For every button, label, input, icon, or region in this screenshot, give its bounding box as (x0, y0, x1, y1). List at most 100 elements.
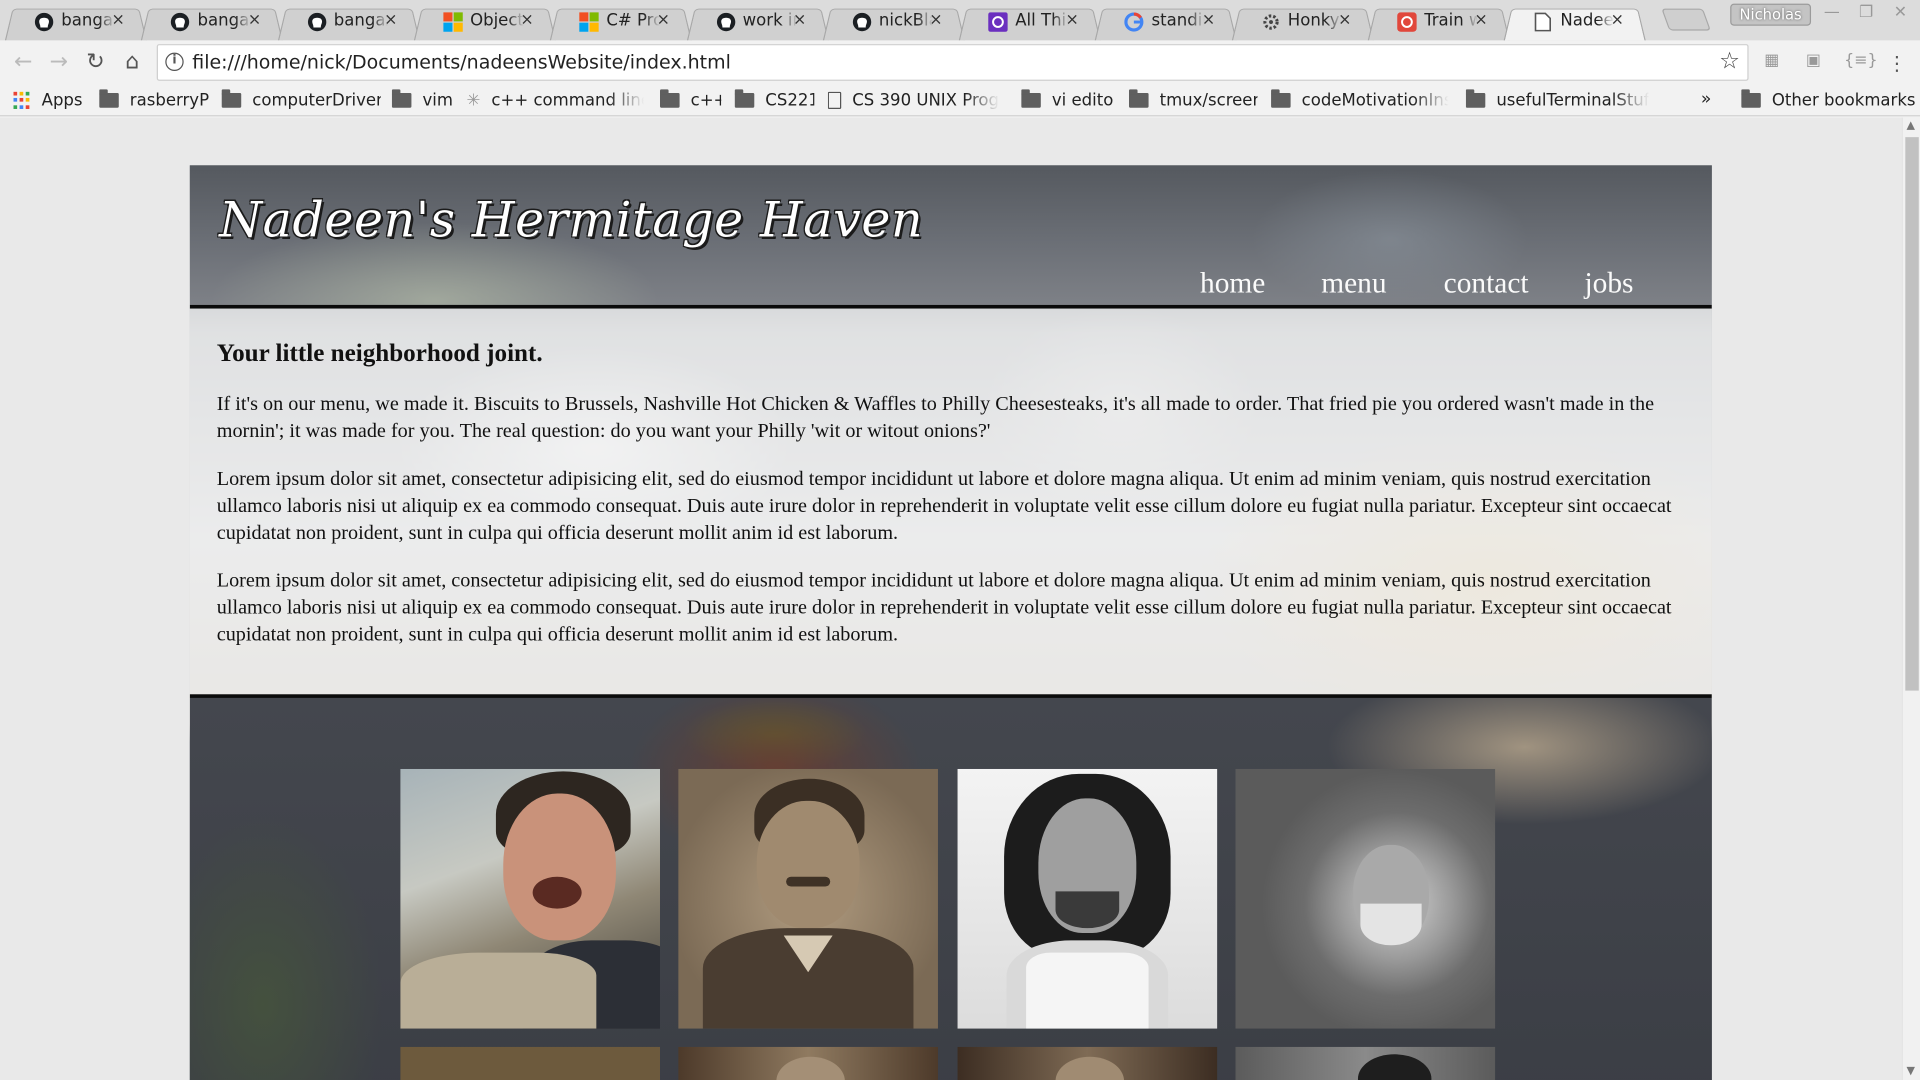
tab-close-icon[interactable]: × (793, 11, 806, 29)
tab-title: C# Prog (606, 11, 660, 31)
bookmark-item[interactable]: CS 390 UNIX Progra (827, 88, 999, 112)
folder-icon (1465, 89, 1486, 108)
browser-tab[interactable]: standin× (1095, 4, 1238, 41)
tab-close-icon[interactable]: × (929, 11, 942, 29)
folder-icon (1128, 89, 1149, 108)
tab-close-icon[interactable]: × (1338, 11, 1351, 29)
bookmark-label: CS 390 UNIX Progra (852, 90, 999, 111)
gallery-photo[interactable] (957, 1046, 1218, 1080)
tab-close-icon[interactable]: × (1066, 11, 1079, 29)
tab-strip: bangaz×bangaz×bangaz×Object.T×C# Prog×wo… (0, 0, 1920, 41)
browser-toolbar: ← → ↻ ⌂ i file:///home/nick/Documents/na… (0, 40, 1920, 85)
bookmark-star-icon[interactable]: ☆ (1719, 48, 1740, 75)
tab-title: bangaz (333, 11, 388, 31)
home-icon[interactable]: ⌂ (119, 50, 146, 74)
extension-icon[interactable]: ▦ (1761, 51, 1783, 73)
extension-icon[interactable]: ▣ (1802, 51, 1824, 73)
bookmark-item[interactable]: vim (391, 88, 453, 112)
github-icon (716, 12, 736, 32)
bookmark-item[interactable]: tmux/screen (1128, 88, 1258, 112)
info-icon[interactable]: i (165, 52, 184, 72)
other-bookmarks[interactable]: Other bookmarks (1741, 88, 1916, 112)
browser-tab[interactable]: nickBlac× (822, 4, 965, 41)
bookmark-item[interactable]: rasberryPi (99, 88, 209, 112)
json-extension-icon[interactable]: {≡} (1844, 51, 1878, 73)
close-window-icon[interactable]: ✕ (1886, 4, 1915, 26)
browser-tab[interactable]: All Thin× (958, 4, 1101, 41)
red-app-icon (1397, 12, 1417, 32)
bookmark-label: rasberryPi (129, 90, 210, 111)
browser-tab[interactable]: bangaz× (277, 4, 420, 41)
menu-kebab-icon[interactable]: ⋮ (1886, 51, 1908, 74)
tab-title: Object.T (470, 11, 524, 31)
scrollbar-thumb[interactable] (1905, 137, 1919, 691)
bookmark-label: codeMotivationInsp (1301, 90, 1449, 111)
tab-close-icon[interactable]: × (248, 11, 261, 29)
tab-title: All Thin (1015, 11, 1069, 31)
bookmark-item[interactable]: CS221 (734, 88, 814, 112)
browser-tab[interactable]: bangaz× (141, 4, 284, 41)
tab-close-icon[interactable]: × (112, 11, 125, 29)
tab-close-icon[interactable]: × (1474, 11, 1487, 29)
bookmark-item[interactable]: c++ (660, 88, 721, 112)
browser-tab[interactable]: bangaz× (4, 4, 147, 41)
site-brand[interactable]: Nadeen's Hermitage Haven (219, 192, 923, 248)
forward-icon[interactable]: → (45, 50, 72, 74)
gallery-photo[interactable] (957, 768, 1218, 1029)
restore-icon[interactable]: ❐ (1851, 4, 1880, 26)
folder-icon (99, 89, 119, 108)
browser-tab[interactable]: Object.T× (413, 4, 556, 41)
gallery-photo[interactable] (400, 1046, 661, 1080)
tab-close-icon[interactable]: × (520, 11, 533, 29)
folder-icon (1271, 89, 1291, 108)
gallery-photo[interactable] (1235, 768, 1496, 1029)
nav-link-contact[interactable]: contact (1444, 268, 1529, 301)
new-tab-button[interactable] (1661, 8, 1711, 31)
browser-tab[interactable]: Honky T× (1231, 4, 1374, 41)
browser-tab[interactable]: Nadeen× (1504, 4, 1647, 41)
url-text[interactable]: file:///home/nick/Documents/nadeensWebsi… (192, 51, 731, 73)
bookmark-item[interactable]: computerDrivers (221, 88, 381, 112)
gallery-photo[interactable] (400, 768, 661, 1029)
bookmarks-overflow-icon[interactable]: » (1701, 87, 1712, 111)
browser-tab[interactable]: work in× (686, 4, 829, 41)
github-icon (34, 12, 54, 32)
bookmark-label: computerDrivers (252, 90, 381, 111)
bookmark-item[interactable]: vi editor (1021, 88, 1113, 112)
bookmark-item[interactable]: usefulTerminalStuff (1465, 88, 1649, 112)
photo-gallery (189, 694, 1712, 1080)
folder-icon (660, 89, 680, 108)
reload-icon[interactable]: ↻ (82, 50, 109, 74)
tab-title: nickBlac (878, 11, 933, 31)
tab-close-icon[interactable]: × (1202, 11, 1215, 29)
browser-tab[interactable]: Train w × (1367, 4, 1510, 41)
minimize-icon[interactable]: — (1817, 4, 1846, 26)
gallery-photo[interactable] (678, 1046, 938, 1080)
github-icon (171, 12, 191, 32)
browser-tab[interactable]: C# Prog× (550, 4, 693, 41)
tab-title: Honky T (1287, 11, 1342, 31)
back-icon[interactable]: ← (10, 50, 37, 74)
address-bar[interactable]: i file:///home/nick/Documents/nadeensWeb… (156, 44, 1749, 81)
page-scrollbar[interactable]: ▲ ▼ (1901, 117, 1920, 1080)
tab-close-icon[interactable]: × (657, 11, 670, 29)
tab-title: Train w (1424, 11, 1478, 31)
profile-button[interactable]: Nicholas (1730, 3, 1812, 26)
bookmark-label: c++ command line V (491, 90, 644, 111)
tab-close-icon[interactable]: × (384, 11, 397, 29)
gallery-photo[interactable] (678, 768, 938, 1029)
bookmark-item[interactable]: ✳ c++ command line V (467, 88, 645, 112)
folder-icon (1741, 89, 1761, 108)
tab-close-icon[interactable]: × (1611, 11, 1624, 29)
gallery-photo[interactable] (1235, 1046, 1496, 1080)
scroll-up-icon[interactable]: ▲ (1907, 120, 1915, 132)
other-bookmarks-label: Other bookmarks (1771, 90, 1916, 111)
nav-link-home[interactable]: home (1200, 268, 1265, 301)
nav-link-jobs[interactable]: jobs (1584, 268, 1633, 301)
bookmark-item[interactable]: codeMotivationInsp (1271, 88, 1449, 112)
lorem-paragraph: Lorem ipsum dolor sit amet, consectetur … (216, 568, 1672, 646)
nav-link-menu[interactable]: menu (1321, 268, 1386, 301)
bookmark-item[interactable]: Apps (13, 88, 83, 112)
scroll-down-icon[interactable]: ▼ (1907, 1065, 1915, 1077)
page-icon (1533, 12, 1553, 32)
